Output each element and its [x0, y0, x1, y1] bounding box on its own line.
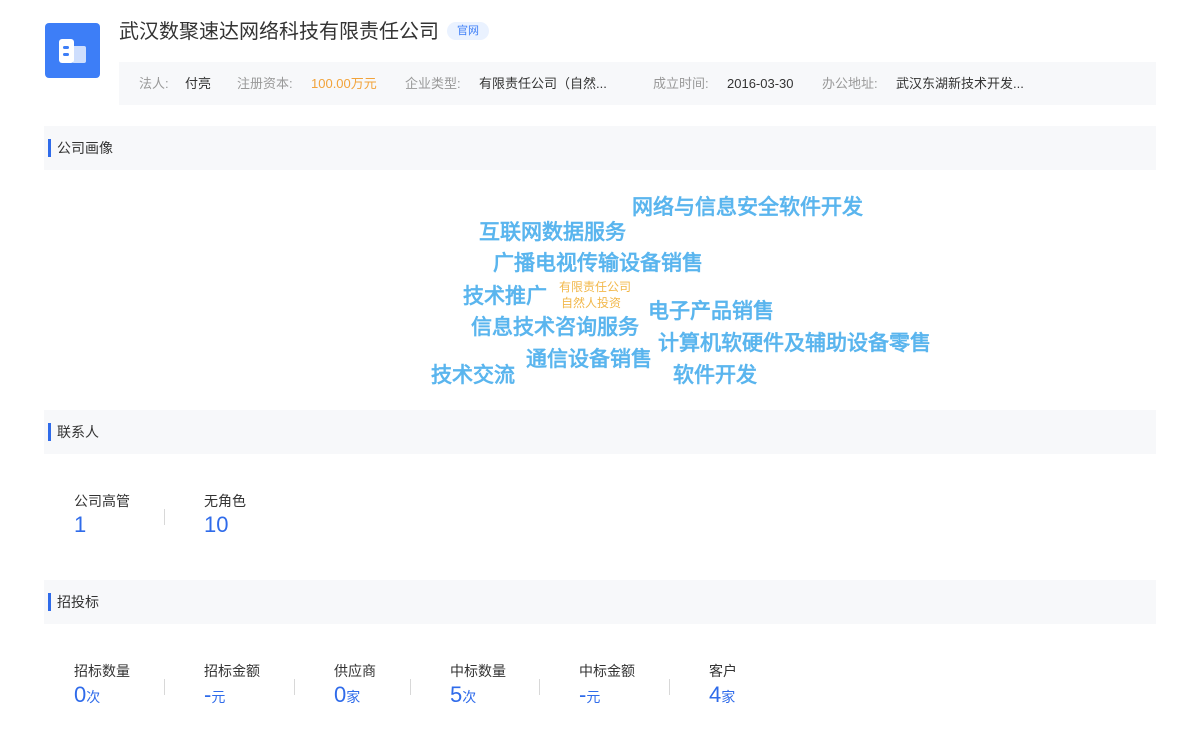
section-marker — [48, 139, 51, 157]
stat-value[interactable]: -元 — [204, 682, 260, 710]
word-cloud: 网络与信息安全软件开发 互联网数据服务 广播电视传输设备销售 技术推广 有限责任… — [0, 170, 1200, 410]
stat-number: 0 — [74, 682, 87, 707]
stat-label: 无角色 — [204, 493, 246, 509]
founded-value: 2016-03-30 — [727, 76, 794, 91]
word-cloud-tag[interactable]: 软件开发 — [673, 359, 757, 389]
address-label: 办公地址: — [822, 76, 878, 91]
company-name: 武汉数聚速达网络科技有限责任公司 — [119, 21, 439, 43]
stat-value[interactable]: 10 — [204, 512, 246, 538]
legal-rep-value[interactable]: 付亮 — [185, 62, 211, 105]
contact-stat-executives[interactable]: 公司高管 1 — [74, 492, 130, 538]
section-profile-header: 公司画像 — [44, 126, 1156, 170]
word-cloud-tag[interactable]: 广播电视传输设备销售 — [493, 247, 703, 277]
founded-label: 成立时间: — [653, 76, 709, 91]
bidding-stat[interactable]: 客户 4家 — [709, 662, 737, 710]
section-title: 公司画像 — [57, 140, 113, 156]
word-cloud-tag[interactable]: 互联网数据服务 — [479, 216, 626, 246]
legal-rep-label: 法人: — [139, 76, 169, 91]
stat-unit: 家 — [346, 689, 361, 705]
bidding-stat[interactable]: 招标金额 -元 — [204, 662, 260, 710]
stat-number: 0 — [334, 682, 347, 707]
stat-value[interactable]: -元 — [579, 682, 635, 710]
word-cloud-tag[interactable]: 通信设备销售 — [526, 343, 652, 373]
company-type-value: 有限责任公司（自然... — [479, 76, 607, 91]
address-value: 武汉东湖新技术开发... — [896, 76, 1024, 91]
word-cloud-tag[interactable]: 自然人投资 — [561, 296, 621, 311]
stat-number: 4 — [709, 682, 722, 707]
contact-stat-no-role[interactable]: 无角色 10 — [204, 492, 246, 538]
word-cloud-tag[interactable]: 计算机软硬件及辅助设备零售 — [658, 327, 931, 357]
stat-divider — [164, 509, 165, 525]
stat-label: 招标金额 — [204, 663, 260, 679]
building-icon — [59, 39, 86, 63]
stat-number: 5 — [450, 682, 463, 707]
capital-label: 注册资本: — [237, 76, 293, 91]
section-marker — [48, 423, 51, 441]
stat-divider — [539, 679, 540, 695]
section-contacts-header: 联系人 — [44, 410, 1156, 454]
stat-value[interactable]: 4家 — [709, 682, 737, 710]
stat-value[interactable]: 1 — [74, 512, 130, 538]
word-cloud-tag[interactable]: 技术交流 — [431, 359, 515, 389]
word-cloud-tag[interactable]: 技术推广 — [463, 280, 547, 310]
company-title: 武汉数聚速达网络科技有限责任公司 官网 — [119, 18, 489, 46]
word-cloud-tag[interactable]: 有限责任公司 — [559, 280, 631, 295]
bidding-stat[interactable]: 招标数量 0次 — [74, 662, 130, 710]
stat-divider — [164, 679, 165, 695]
word-cloud-tag[interactable]: 信息技术咨询服务 — [471, 311, 639, 341]
section-bidding-header: 招投标 — [44, 580, 1156, 624]
stat-divider — [410, 679, 411, 695]
stat-unit: 元 — [586, 689, 601, 705]
word-cloud-tag[interactable]: 电子产品销售 — [648, 295, 774, 325]
stat-unit: 家 — [721, 689, 736, 705]
section-marker — [48, 593, 51, 611]
stat-label: 公司高管 — [74, 493, 130, 509]
stat-label: 招标数量 — [74, 663, 130, 679]
stat-label: 中标数量 — [450, 663, 506, 679]
company-type-label: 企业类型: — [405, 76, 461, 91]
section-title: 招投标 — [57, 594, 99, 610]
stat-label: 供应商 — [334, 663, 376, 679]
official-site-badge[interactable]: 官网 — [447, 21, 489, 40]
stat-divider — [294, 679, 295, 695]
section-title: 联系人 — [57, 424, 99, 440]
stat-label: 中标金额 — [579, 663, 635, 679]
stat-value[interactable]: 5次 — [450, 682, 506, 710]
bidding-stat[interactable]: 供应商 0家 — [334, 662, 376, 710]
stat-unit: 次 — [86, 689, 101, 705]
company-info-bar: 法人: 付亮 注册资本: 100.00万元 企业类型: 有限责任公司（自然...… — [119, 62, 1156, 105]
stat-label: 客户 — [709, 663, 737, 679]
capital-value: 100.00万元 — [311, 76, 377, 91]
stat-value[interactable]: 0次 — [74, 682, 130, 710]
bidding-stat[interactable]: 中标金额 -元 — [579, 662, 635, 710]
stat-unit: 次 — [462, 689, 477, 705]
company-logo — [45, 23, 100, 78]
stat-unit: 元 — [211, 689, 226, 705]
stat-value[interactable]: 0家 — [334, 682, 376, 710]
word-cloud-tag[interactable]: 网络与信息安全软件开发 — [632, 191, 863, 221]
stat-divider — [669, 679, 670, 695]
bidding-stat[interactable]: 中标数量 5次 — [450, 662, 506, 710]
